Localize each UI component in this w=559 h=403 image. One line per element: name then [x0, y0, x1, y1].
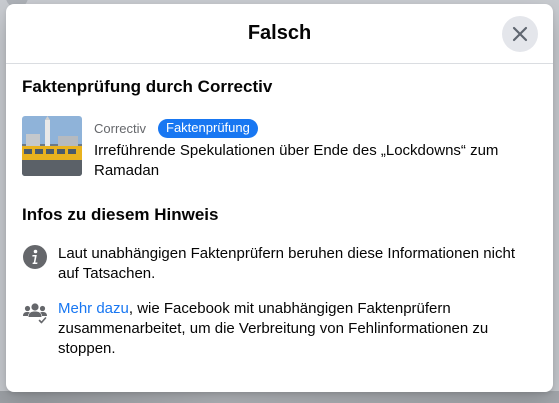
info-icon [23, 245, 47, 269]
close-button[interactable] [502, 16, 538, 52]
dialog-title: Falsch [247, 22, 312, 44]
article-thumbnail [22, 116, 82, 176]
people-icon [23, 303, 47, 324]
factcheck-section-title: Faktenprüfung durch Correctiv [22, 77, 273, 96]
background-bottom-strip [0, 391, 559, 403]
learn-more-link[interactable]: Mehr dazu [58, 300, 129, 317]
factcheck-article[interactable]: Correctiv Faktenprüfung Irreführende Spe… [22, 116, 532, 181]
fact-check-dialog: Falsch Faktenprüfung durch Correctiv Cor… [6, 4, 553, 392]
dialog-header: Falsch [6, 4, 553, 64]
article-meta: Correctiv Faktenprüfung [94, 119, 258, 138]
close-icon [512, 26, 528, 42]
publisher-name: Correctiv [94, 121, 147, 136]
factcheck-badge: Faktenprüfung [158, 119, 258, 138]
article-title[interactable]: Irreführende Spekulationen über Ende des… [94, 141, 524, 181]
info-section-title: Infos zu diesem Hinweis [22, 205, 219, 224]
info-item-text-learn-more: Mehr dazu, wie Facebook mit unabhängigen… [58, 299, 538, 359]
info-item-text: Laut unabhängigen Faktenprüfern beruhen … [58, 245, 515, 282]
